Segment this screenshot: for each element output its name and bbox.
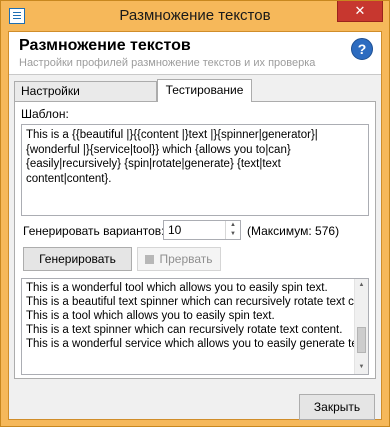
output-line: This is a beautiful text spinner which c… xyxy=(26,296,361,308)
variants-value[interactable]: 10 xyxy=(168,223,181,237)
scroll-up-icon[interactable]: ▲ xyxy=(355,279,368,292)
app-window: Размножение текстов ✕ Размножение тексто… xyxy=(0,0,390,427)
output-textarea[interactable]: This is a wonderful tool which allows yo… xyxy=(21,278,369,375)
tab-testing[interactable]: Тестирование xyxy=(157,79,252,102)
stepper-buttons: ▲ ▼ xyxy=(225,221,240,239)
title-bar[interactable]: Размножение текстов ✕ xyxy=(1,1,389,31)
stop-button-label: Прервать xyxy=(159,252,213,266)
stop-icon xyxy=(145,255,155,264)
header-subtitle: Настройки профилей размножение текстов и… xyxy=(19,57,316,69)
output-line: This is a text spinner which can recursi… xyxy=(26,324,343,336)
tab-spin-settings[interactable]: Настройки размножения xyxy=(14,81,157,117)
stepper-down-icon[interactable]: ▼ xyxy=(226,230,240,239)
header-title: Размножение текстов xyxy=(19,37,191,54)
help-icon[interactable]: ? xyxy=(351,38,373,60)
variants-max-label: (Максимум: 576) xyxy=(247,224,340,238)
dialog-client: Размножение текстов Настройки профилей р… xyxy=(8,31,382,420)
output-line: This is a wonderful tool which allows yo… xyxy=(26,282,328,294)
output-scrollbar[interactable]: ▲ ▼ xyxy=(354,279,368,374)
variants-stepper[interactable]: 10 ▲ ▼ xyxy=(163,220,241,240)
scroll-thumb[interactable] xyxy=(357,327,366,353)
close-button[interactable]: Закрыть xyxy=(299,394,375,420)
window-title: Размножение текстов xyxy=(119,7,271,24)
output-line: This is a wonderful service which allows… xyxy=(26,338,364,350)
stepper-up-icon[interactable]: ▲ xyxy=(226,221,240,230)
output-line: This is a tool which allows you to easil… xyxy=(26,310,275,322)
window-close-button[interactable]: ✕ xyxy=(337,1,383,22)
template-input[interactable]: This is a {{beautiful |}{{content |}text… xyxy=(21,124,369,216)
variants-label: Генерировать вариантов: xyxy=(23,224,165,238)
testing-panel: Шаблон: This is a {{beautiful |}{{conten… xyxy=(14,101,376,379)
stop-button[interactable]: Прервать xyxy=(137,247,221,271)
dialog-header: Размножение текстов Настройки профилей р… xyxy=(9,32,381,75)
tab-bar: Настройки размножения Тестирование xyxy=(14,79,376,117)
generate-button[interactable]: Генерировать xyxy=(23,247,132,271)
template-label: Шаблон: xyxy=(21,107,69,121)
scroll-down-icon[interactable]: ▼ xyxy=(355,361,368,374)
